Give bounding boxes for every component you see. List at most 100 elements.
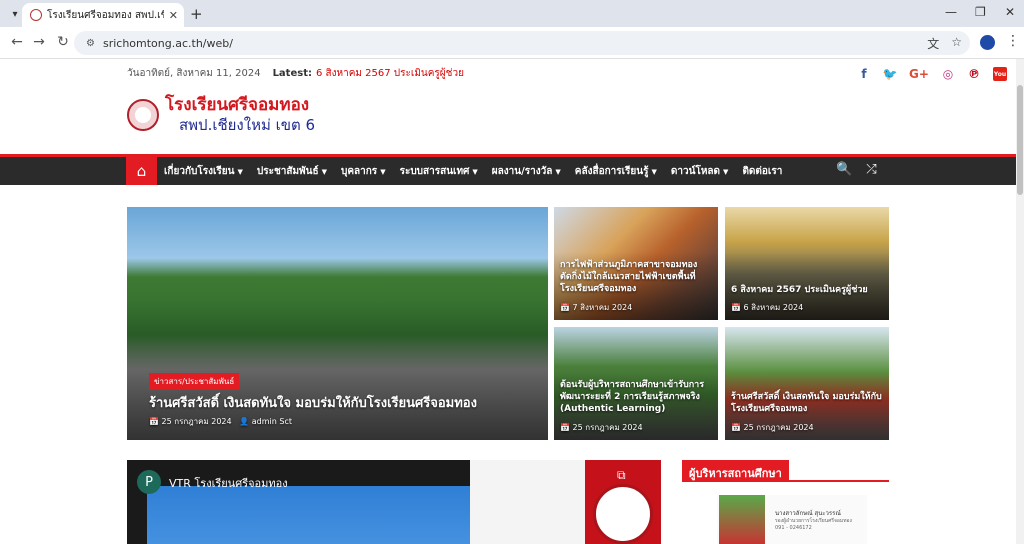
favicon-icon xyxy=(30,9,42,21)
site-info-icon[interactable]: ⚙ xyxy=(86,38,95,49)
post-date[interactable]: 6 สิงหาคม 2024 xyxy=(744,303,804,312)
site-title[interactable]: โรงเรียนศรีจอมทอง xyxy=(165,95,315,115)
video-title[interactable]: VTR โรงเรียนศรีจอมทอง xyxy=(169,474,288,492)
bookmark-star-icon[interactable]: ☆ xyxy=(951,35,962,52)
browser-tabbar: ▾ โรงเรียนศรีจอมทอง สพป.เชียงใหม่ เข ✕ +… xyxy=(0,0,1024,27)
category-badge[interactable]: ข่าวสาร/ประชาสัมพันธ์ xyxy=(149,373,240,390)
featured-post[interactable]: การไฟฟ้าส่วนภูมิภาคสาขาจอมทอง ตัดกิ่งไม้… xyxy=(554,207,718,320)
social-links: f 🐦 G+ ◎ ℗ You xyxy=(857,67,1007,81)
nav-menu: เกี่ยวกับโรงเรียน ▼ ประชาสัมพันธ์ ▼ บุคลากร ▼… xyxy=(164,157,782,185)
restore-icon[interactable]: ❐ xyxy=(975,5,986,19)
url-text: srichomtong.ac.th/web/ xyxy=(102,36,233,50)
pinterest-icon[interactable]: ℗ xyxy=(967,67,981,81)
scrollbar[interactable] xyxy=(1016,59,1024,544)
address-bar[interactable]: ⚙ srichomtong.ac.th/web/ 文 ☆ xyxy=(74,31,970,55)
minimize-icon[interactable]: — xyxy=(945,5,957,19)
translate-icon[interactable]: 文 xyxy=(927,35,939,52)
forward-icon[interactable]: → xyxy=(30,34,48,50)
post-meta: 📅 25 กรกฎาคม 2024 xyxy=(560,421,643,434)
nav-item-label: ติดต่อเรา xyxy=(742,165,783,177)
nav-item[interactable]: ประชาสัมพันธ์ ▼ xyxy=(257,164,327,179)
nav-item-label: ระบบสารสนเทศ xyxy=(399,165,470,177)
widget-header: ผู้บริหารสถานศึกษา xyxy=(682,460,889,482)
chevron-down-icon: ▼ xyxy=(237,167,243,176)
new-tab-icon[interactable]: + xyxy=(190,5,203,23)
nav-item[interactable]: คลังสื่อการเรียนรู้ ▼ xyxy=(575,164,657,179)
calendar-icon: 📅 xyxy=(731,303,741,312)
post-title[interactable]: ต้อนรับผู้บริหารสถานศึกษาเข้ารับการพัฒนา… xyxy=(560,379,712,415)
browser-tab[interactable]: โรงเรียนศรีจอมทอง สพป.เชียงใหม่ เข ✕ xyxy=(22,3,184,27)
chevron-down-icon: ▼ xyxy=(321,167,327,176)
twitter-icon[interactable]: 🐦 xyxy=(883,67,898,81)
post-date[interactable]: 25 กรกฎาคม 2024 xyxy=(744,423,814,432)
chevron-down-icon: ▼ xyxy=(380,167,386,176)
site-branding[interactable]: โรงเรียนศรีจอมทอง สพป.เชียงใหม่ เขต 6 xyxy=(127,95,315,135)
post-title[interactable]: ร้านศรีสวัสดิ์ เงินสดทันใจ มอบร่มให้กับโ… xyxy=(149,392,542,413)
calendar-icon: 📅 xyxy=(149,417,159,426)
post-date[interactable]: 7 สิงหาคม 2024 xyxy=(573,303,633,312)
nav-item[interactable]: ดาวน์โหลด ▼ xyxy=(671,164,729,179)
nav-item[interactable]: เกี่ยวกับโรงเรียน ▼ xyxy=(164,164,243,179)
featured-post-main[interactable]: ข่าวสาร/ประชาสัมพันธ์ ร้านศรีสวัสดิ์ เงิ… xyxy=(127,207,548,440)
chevron-down-icon: ▼ xyxy=(555,167,561,176)
browser-menu-icon[interactable]: ⋮ xyxy=(1006,33,1020,49)
post-title[interactable]: การไฟฟ้าส่วนภูมิภาคสาขาจอมทอง ตัดกิ่งไม้… xyxy=(560,259,712,295)
browser-toolbar: ← → ↻ ⚙ srichomtong.ac.th/web/ 文 ☆ ⋮ xyxy=(0,27,1024,59)
home-icon[interactable]: ⌂ xyxy=(126,157,157,185)
back-icon[interactable]: ← xyxy=(8,34,26,50)
website: วันอาทิตย์, สิงหาคม 11, 2024 Latest: 6 ส… xyxy=(0,59,1024,544)
nav-item-label: ดาวน์โหลด xyxy=(670,165,721,177)
nav-item[interactable]: บุคลากร ▼ xyxy=(341,164,386,179)
random-shuffle-icon[interactable]: ⤮ xyxy=(866,162,876,177)
calendar-icon: 📅 xyxy=(560,423,570,432)
facebook-icon[interactable]: f xyxy=(857,67,871,81)
scrollbar-thumb[interactable] xyxy=(1017,85,1023,195)
close-window-icon[interactable]: ✕ xyxy=(1005,5,1015,19)
post-meta: 📅 7 สิงหาคม 2024 xyxy=(560,301,632,314)
video-embed[interactable]: P VTR โรงเรียนศรีจอมทอง ⧉ xyxy=(127,460,661,544)
instagram-icon[interactable]: ◎ xyxy=(941,67,955,81)
post-title[interactable]: 6 สิงหาคม 2567 ประเมินครูผู้ช่วย xyxy=(731,284,883,296)
top-bar: วันอาทิตย์, สิงหาคม 11, 2024 Latest: 6 ส… xyxy=(127,65,1007,81)
featured-post[interactable]: ร้านศรีสวัสดิ์ เงินสดทันใจ มอบร่มให้กับโ… xyxy=(725,327,889,440)
calendar-icon: 📅 xyxy=(731,423,741,432)
profile-avatar[interactable] xyxy=(980,35,995,50)
site-subtitle: สพป.เชียงใหม่ เขต 6 xyxy=(179,116,316,134)
chevron-down-icon: ▼ xyxy=(723,167,729,176)
post-meta: 📅 6 สิงหาคม 2024 xyxy=(731,301,803,314)
school-seal-image xyxy=(593,484,653,544)
latest-label: Latest: xyxy=(272,67,312,79)
post-title[interactable]: ร้านศรีสวัสดิ์ เงินสดทันใจ มอบร่มให้กับโ… xyxy=(731,391,883,415)
nav-item-label: คลังสื่อการเรียนรู้ xyxy=(574,165,649,177)
youtube-icon[interactable]: You xyxy=(993,67,1007,81)
featured-post[interactable]: ต้อนรับผู้บริหารสถานศึกษาเข้ารับการพัฒนา… xyxy=(554,327,718,440)
director-phone: 091 - 0246172 xyxy=(775,525,812,531)
post-author[interactable]: admin Sct xyxy=(252,417,292,426)
post-date[interactable]: 25 กรกฎาคม 2024 xyxy=(162,417,232,426)
nav-item[interactable]: ระบบสารสนเทศ ▼ xyxy=(400,164,478,179)
reload-icon[interactable]: ↻ xyxy=(54,34,72,50)
widget-title: ผู้บริหารสถานศึกษา xyxy=(682,460,789,482)
latest-news-link[interactable]: 6 สิงหาคม 2567 ประเมินครูผู้ช่วย xyxy=(316,66,464,81)
nav-item[interactable]: ผลงาน/รางวัล ▼ xyxy=(492,164,561,179)
main-navigation: ⌂ เกี่ยวกับโรงเรียน ▼ ประชาสัมพันธ์ ▼ บุคลาก… xyxy=(0,157,1016,185)
close-tab-icon[interactable]: ✕ xyxy=(169,9,178,22)
nav-item-label: บุคลากร xyxy=(340,165,378,177)
school-logo[interactable] xyxy=(127,99,159,131)
nav-item-label: เกี่ยวกับโรงเรียน xyxy=(164,165,235,177)
director-photo xyxy=(719,495,765,544)
user-icon: 👤 xyxy=(239,417,250,426)
copy-link-icon[interactable]: ⧉ xyxy=(617,468,626,483)
nav-item-label: ประชาสัมพันธ์ xyxy=(256,165,319,177)
chevron-down-icon: ▼ xyxy=(472,167,478,176)
featured-post[interactable]: 6 สิงหาคม 2567 ประเมินครูผู้ช่วย 📅 6 สิง… xyxy=(725,207,889,320)
post-date[interactable]: 25 กรกฎาคม 2024 xyxy=(573,423,643,432)
nav-item-label: ผลงาน/รางวัล xyxy=(491,165,553,177)
post-meta: 📅 25 กรกฎาคม 2024 👤 admin Sct xyxy=(149,415,292,428)
director-role: รองผู้อำนวยการโรงเรียนศรีจอมทอง xyxy=(775,518,852,524)
google-plus-icon[interactable]: G+ xyxy=(909,67,929,81)
nav-item[interactable]: ติดต่อเรา xyxy=(742,164,782,179)
search-icon[interactable]: 🔍 xyxy=(836,162,852,177)
channel-avatar[interactable]: P xyxy=(137,470,161,494)
current-date: วันอาทิตย์, สิงหาคม 11, 2024 xyxy=(127,67,261,79)
